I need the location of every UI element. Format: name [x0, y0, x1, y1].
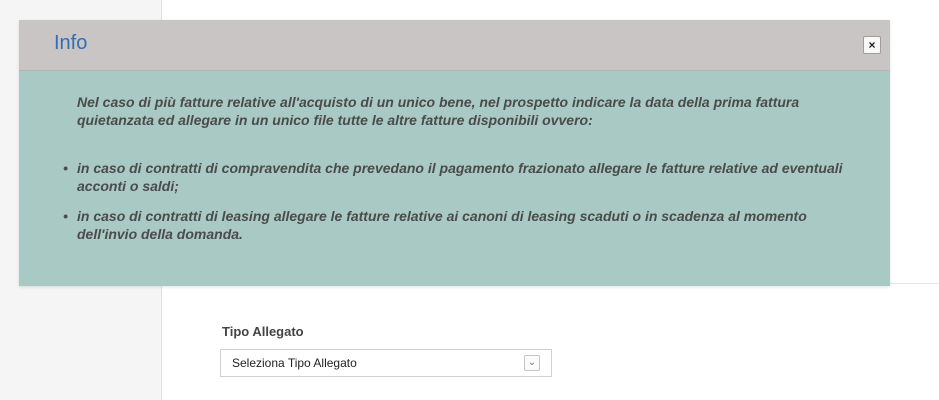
modal-header: Info ×	[19, 20, 890, 71]
list-item: • in caso di contratti di leasing allega…	[63, 207, 863, 243]
info-modal: Info × Nel caso di più fatture relative …	[19, 20, 890, 286]
background-right-panel	[891, 0, 939, 400]
tipo-allegato-label: Tipo Allegato	[222, 324, 304, 339]
selected-option: Seleziona Tipo Allegato	[232, 356, 357, 370]
modal-title: Info	[54, 32, 88, 54]
intro-text: Nel caso di più fatture relative all'acq…	[77, 94, 800, 128]
bullet-text: in caso di contratti di leasing allegare…	[77, 208, 807, 242]
bullet-icon: •	[63, 208, 68, 224]
bullet-icon: •	[63, 160, 68, 176]
chevron-down-icon[interactable]: ⌄	[524, 355, 540, 371]
tipo-allegato-select[interactable]: Seleziona Tipo Allegato ⌄	[220, 349, 552, 377]
close-icon[interactable]: ×	[863, 36, 881, 54]
list-item: • in caso di contratti di compravendita …	[63, 159, 863, 195]
bullet-text: in caso di contratti di compravendita ch…	[77, 160, 843, 194]
background-top-strip	[162, 0, 939, 12]
modal-body: Nel caso di più fatture relative all'acq…	[19, 71, 890, 286]
